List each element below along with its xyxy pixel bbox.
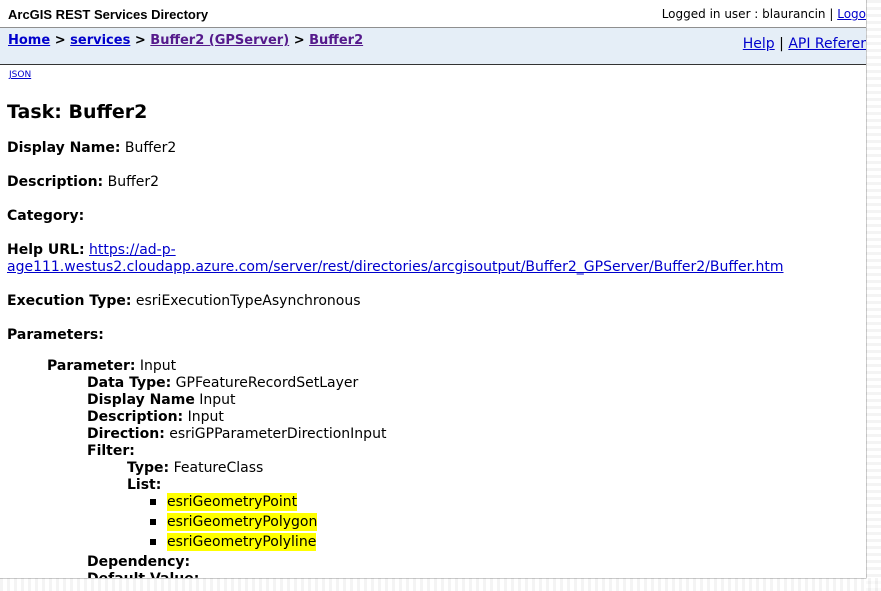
api-reference-link[interactable]: API Referer bbox=[788, 36, 866, 52]
breadcrumb-home-link[interactable]: Home bbox=[8, 33, 50, 48]
direction-value: esriGPParameterDirectionInput bbox=[169, 426, 387, 442]
help-url-link-part2[interactable]: age111.westus2.cloudapp.azure.com/server… bbox=[7, 259, 784, 275]
page-title: Task: Buffer2 bbox=[7, 101, 148, 123]
app-title: ArcGIS REST Services Directory bbox=[8, 7, 209, 22]
category-row: Category: bbox=[7, 208, 84, 224]
param-description-value: Input bbox=[187, 409, 224, 425]
filter-label: Filter: bbox=[87, 443, 135, 459]
breadcrumb-separator: > bbox=[293, 33, 305, 48]
list-item: esriGeometryPolyline bbox=[167, 533, 317, 551]
help-url-row: Help URL: https://ad-p- bbox=[7, 242, 176, 258]
torn-edge-bottom bbox=[0, 578, 881, 591]
help-separator: | bbox=[779, 36, 784, 52]
param-description-label: Description: bbox=[87, 409, 184, 425]
list-item-text: esriGeometryPolyline bbox=[167, 533, 317, 551]
help-url-link-part1[interactable]: https://ad-p- bbox=[89, 242, 176, 258]
list-bullet bbox=[150, 539, 156, 545]
login-separator: | bbox=[829, 7, 834, 21]
display-name-label: Display Name: bbox=[7, 140, 121, 156]
help-url-label: Help URL: bbox=[7, 242, 85, 258]
description-row: Description: Buffer2 bbox=[7, 174, 159, 190]
breadcrumb-separator: > bbox=[54, 33, 66, 48]
parameter-value: Input bbox=[139, 358, 177, 374]
json-link[interactable]: JSON bbox=[9, 70, 31, 80]
list-item: esriGeometryPoint bbox=[167, 493, 298, 511]
dependency-row: Dependency: bbox=[87, 554, 190, 570]
filter-type-value: FeatureClass bbox=[173, 460, 264, 476]
list-item: esriGeometryPolygon bbox=[167, 513, 318, 531]
nav-bar: Home > services > Buffer2 (GPServer) > B… bbox=[0, 28, 866, 65]
data-type-value: GPFeatureRecordSetLayer bbox=[175, 375, 359, 391]
breadcrumb-separator: > bbox=[134, 33, 146, 48]
filter-type-row: Type: FeatureClass bbox=[127, 460, 263, 476]
parameter-row: Parameter: Input bbox=[47, 358, 176, 374]
list-item-text: esriGeometryPolygon bbox=[167, 513, 318, 531]
login-status: Logged in user : blaurancin | Logo bbox=[662, 7, 866, 21]
list-bullet bbox=[150, 519, 156, 525]
param-display-name-row: Display Name Input bbox=[87, 392, 236, 408]
parameters-row: Parameters: bbox=[7, 327, 104, 343]
breadcrumb-services-link[interactable]: services bbox=[70, 33, 130, 48]
page-frame: ArcGIS REST Services Directory Logged in… bbox=[0, 0, 867, 579]
parameters-label: Parameters: bbox=[7, 327, 104, 343]
param-description-row: Description: Input bbox=[87, 409, 224, 425]
list-item-text: esriGeometryPoint bbox=[167, 493, 298, 511]
help-url-row-continued: age111.westus2.cloudapp.azure.com/server… bbox=[7, 259, 784, 275]
list-row: List: bbox=[127, 477, 161, 493]
parameter-label: Parameter: bbox=[47, 358, 136, 374]
filter-row: Filter: bbox=[87, 443, 135, 459]
help-links: Help | API Referer bbox=[743, 36, 866, 52]
param-display-name-value: Input bbox=[199, 392, 236, 408]
description-label: Description: bbox=[7, 174, 104, 190]
breadcrumb-task-link[interactable]: Buffer2 bbox=[309, 33, 363, 48]
direction-row: Direction: esriGPParameterDirectionInput bbox=[87, 426, 386, 442]
display-name-value: Buffer2 bbox=[124, 140, 177, 156]
data-type-label: Data Type: bbox=[87, 375, 172, 391]
list-label: List: bbox=[127, 477, 162, 493]
breadcrumb-gpserver-link[interactable]: Buffer2 (GPServer) bbox=[150, 33, 289, 48]
description-value: Buffer2 bbox=[107, 174, 160, 190]
execution-type-value: esriExecutionTypeAsynchronous bbox=[135, 293, 361, 309]
filter-type-label: Type: bbox=[127, 460, 170, 476]
data-type-row: Data Type: GPFeatureRecordSetLayer bbox=[87, 375, 358, 391]
logout-link[interactable]: Logo bbox=[837, 7, 866, 21]
param-display-name-label: Display Name bbox=[87, 392, 195, 408]
breadcrumb: Home > services > Buffer2 (GPServer) > B… bbox=[8, 33, 363, 48]
title-bar: ArcGIS REST Services Directory Logged in… bbox=[0, 0, 866, 28]
torn-edge-right bbox=[866, 0, 881, 591]
execution-type-row: Execution Type: esriExecutionTypeAsynchr… bbox=[7, 293, 361, 309]
logged-in-user: Logged in user : blaurancin bbox=[661, 7, 826, 21]
direction-label: Direction: bbox=[87, 426, 165, 442]
category-label: Category: bbox=[7, 208, 85, 224]
display-name-row: Display Name: Buffer2 bbox=[7, 140, 176, 156]
list-bullet bbox=[150, 499, 156, 505]
dependency-label: Dependency: bbox=[87, 554, 191, 570]
help-link[interactable]: Help bbox=[743, 36, 775, 52]
execution-type-label: Execution Type: bbox=[7, 293, 132, 309]
